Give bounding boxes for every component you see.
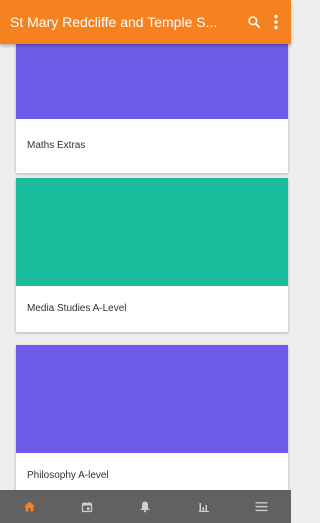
search-button[interactable] (243, 0, 265, 44)
menu-icon (255, 502, 268, 512)
nav-calendar[interactable] (67, 490, 107, 523)
search-icon (248, 16, 261, 29)
app-title: St Mary Redcliffe and Temple S... (10, 14, 218, 30)
nav-notifications[interactable] (125, 490, 165, 523)
card-title: Philosophy A-level (27, 470, 109, 481)
more-vert-icon (274, 14, 278, 30)
nav-home[interactable] (9, 490, 49, 523)
bell-icon (140, 501, 150, 513)
bottom-nav (0, 490, 291, 523)
app-bar: St Mary Redcliffe and Temple S... (0, 0, 291, 44)
course-card[interactable]: Maths Extras (16, 44, 288, 173)
course-list[interactable]: Maths Extras Media Studies A-Level Philo… (0, 44, 291, 490)
home-icon (23, 501, 35, 512)
calendar-icon (82, 501, 93, 512)
card-title: Maths Extras (27, 140, 86, 151)
card-banner (16, 178, 288, 286)
nav-menu[interactable] (242, 490, 282, 523)
card-banner (16, 345, 288, 453)
overflow-menu-button[interactable] (265, 0, 287, 44)
course-card[interactable]: Media Studies A-Level (16, 178, 288, 332)
card-banner (16, 44, 288, 119)
course-card[interactable]: Philosophy A-level (16, 345, 288, 490)
card-title: Media Studies A-Level (27, 303, 127, 314)
chart-icon (198, 502, 209, 512)
nav-reports[interactable] (184, 490, 224, 523)
